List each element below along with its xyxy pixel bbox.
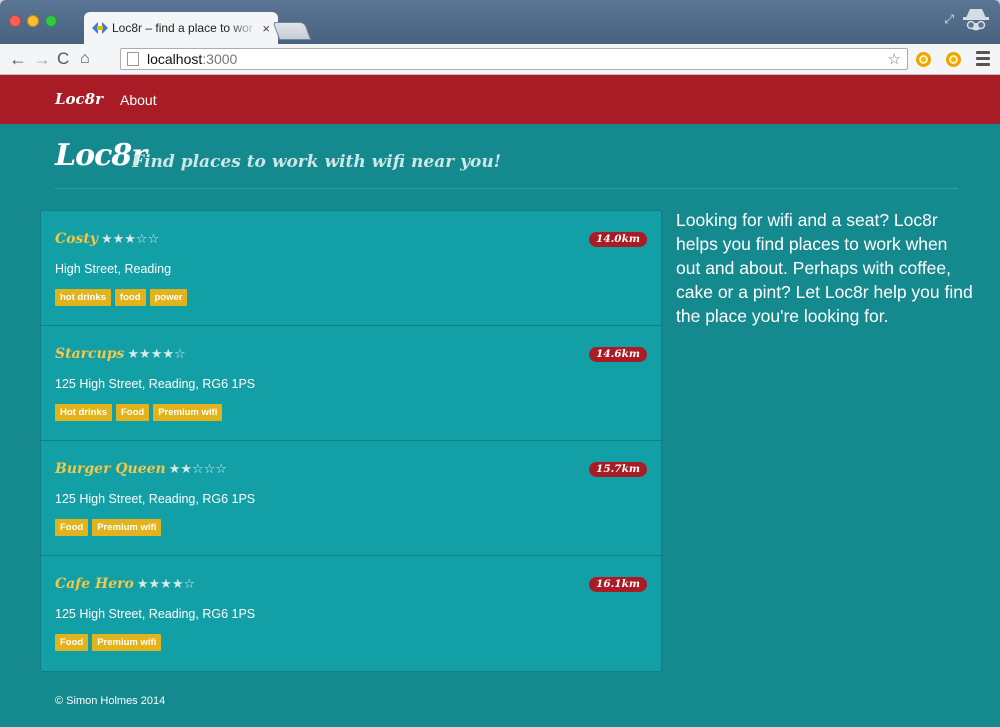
extension-icon[interactable] <box>946 52 961 67</box>
location-address: 125 High Street, Reading, RG6 1PS <box>55 492 256 506</box>
tab-title: Loc8r – find a place to wor <box>112 21 253 35</box>
location-item: Costy ★★★☆☆ 14.0km High Street, Reading … <box>41 211 661 326</box>
location-address: High Street, Reading <box>55 262 172 276</box>
location-list: Costy ★★★☆☆ 14.0km High Street, Reading … <box>40 210 662 672</box>
incognito-icon <box>958 4 994 40</box>
location-name-link[interactable]: Cafe Hero <box>55 576 134 592</box>
address-bar[interactable]: localhost :3000 ☆ <box>120 48 908 70</box>
forward-icon[interactable]: → <box>33 48 51 70</box>
facility-list: Food Premium wifi <box>55 634 162 651</box>
location-address: 125 High Street, Reading, RG6 1PS <box>55 607 256 621</box>
rating-stars-icon: ★★☆☆☆ <box>168 461 227 476</box>
close-window-button[interactable] <box>9 15 21 27</box>
rating-stars-icon: ★★★★☆ <box>136 576 196 591</box>
reload-icon[interactable]: C <box>57 48 69 70</box>
facility-badge: Food <box>55 634 89 651</box>
browser-tab-strip: Loc8r – find a place to wor × ⤢ <box>0 0 1000 44</box>
distance-badge: 14.0km <box>589 232 647 247</box>
sidebar-description: Looking for wifi and a seat? Loc8r helps… <box>676 210 973 326</box>
navbar-brand-link[interactable]: Loc8r <box>55 90 103 108</box>
extension-icon[interactable] <box>916 52 931 67</box>
rating-stars-icon: ★★★★☆ <box>127 346 186 361</box>
facility-badge: power <box>149 289 188 306</box>
facility-list: hot drinks food power <box>55 289 188 306</box>
facility-badge: Hot drinks <box>55 404 112 421</box>
url-host: localhost <box>147 51 203 67</box>
nav-about-link[interactable]: About <box>120 92 157 108</box>
facility-badge: Food <box>55 519 89 536</box>
location-name-link[interactable]: Burger Queen <box>55 461 166 477</box>
page-icon <box>127 52 139 66</box>
location-item: Cafe Hero ★★★★☆ 16.1km 125 High Street, … <box>41 556 661 671</box>
bookmark-star-icon[interactable]: ☆ <box>888 50 901 68</box>
page-header: Loc8r Find places to work with wifi near… <box>55 138 958 189</box>
tab-close-icon[interactable]: × <box>262 21 270 36</box>
browser-toolbar: ← → C ⌂ localhost :3000 ☆ <box>0 44 1000 75</box>
page-tagline: Find places to work with wifi near you! <box>132 152 502 172</box>
facility-badge: Food <box>115 404 150 421</box>
facility-list: Food Premium wifi <box>55 519 162 536</box>
back-icon[interactable]: ← <box>9 48 27 70</box>
rating-stars-icon: ★★★☆☆ <box>100 231 160 246</box>
location-item: Burger Queen ★★☆☆☆ 15.7km 125 High Stree… <box>41 441 661 556</box>
home-icon[interactable]: ⌂ <box>80 48 90 70</box>
location-name-link[interactable]: Starcups <box>55 346 124 362</box>
location-name-link[interactable]: Costy <box>55 231 98 247</box>
facility-badge: food <box>114 289 146 306</box>
distance-badge: 15.7km <box>589 462 647 477</box>
main-content: Loc8r Find places to work with wifi near… <box>0 124 1000 727</box>
loc8r-favicon-icon <box>92 21 108 35</box>
distance-badge: 14.6km <box>589 347 647 362</box>
fullscreen-icon[interactable]: ⤢ <box>944 12 954 27</box>
url-port: :3000 <box>202 51 238 67</box>
minimize-window-button[interactable] <box>27 15 39 27</box>
facility-badge: Premium wifi <box>92 519 162 536</box>
new-tab-button[interactable] <box>272 22 312 40</box>
distance-badge: 16.1km <box>589 577 647 592</box>
facility-list: Hot drinks Food Premium wifi <box>55 404 223 421</box>
facility-badge: Premium wifi <box>92 634 162 651</box>
site-navbar: Loc8r About <box>0 75 1000 124</box>
menu-icon[interactable] <box>976 51 990 69</box>
zoom-window-button[interactable] <box>45 15 57 27</box>
location-address: 125 High Street, Reading, RG6 1PS <box>55 377 256 391</box>
location-item: Starcups ★★★★☆ 14.6km 125 High Street, R… <box>41 326 661 441</box>
facility-badge: Premium wifi <box>153 404 223 421</box>
facility-badge: hot drinks <box>55 289 111 306</box>
footer-copyright: © Simon Holmes 2014 <box>55 695 166 707</box>
browser-tab[interactable]: Loc8r – find a place to wor × <box>84 12 278 44</box>
